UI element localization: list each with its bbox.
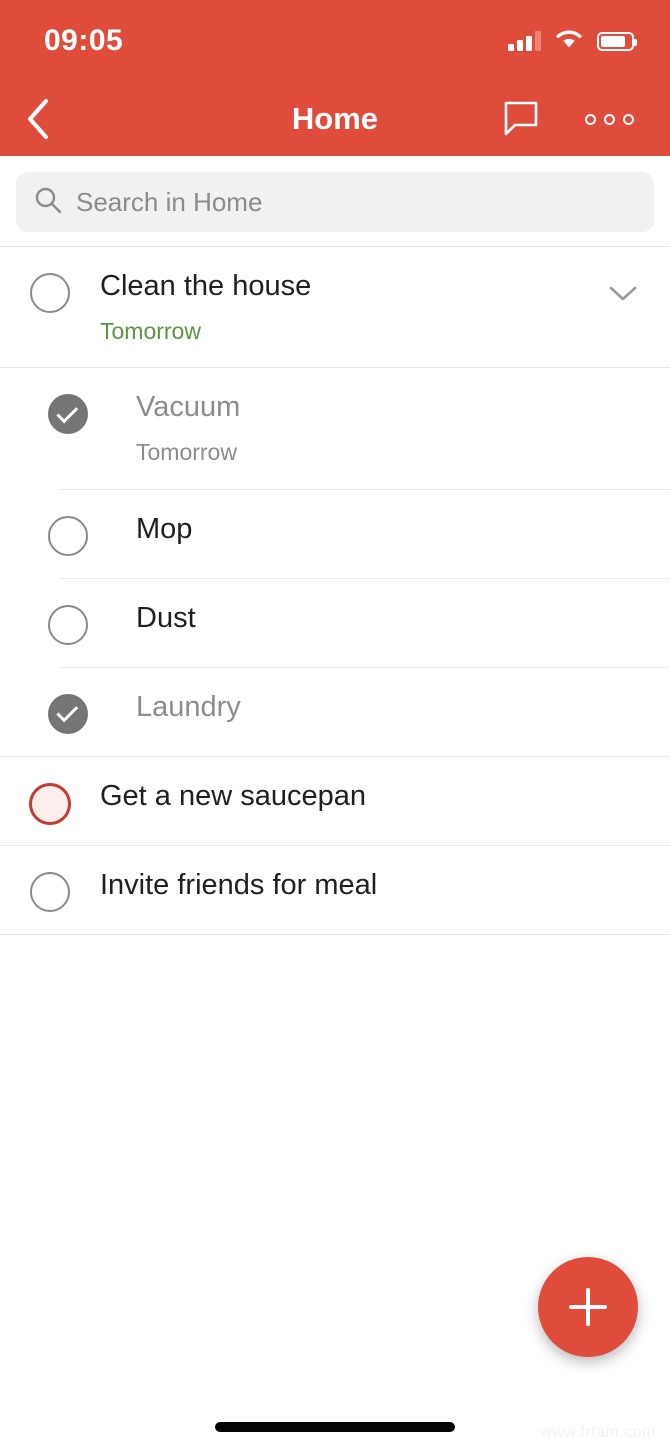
chevron-down-icon[interactable] xyxy=(606,277,640,311)
task-row-clean-the-house[interactable]: Clean the house Tomorrow xyxy=(0,247,670,368)
wifi-icon xyxy=(555,28,583,54)
task-row-invite-friends-for-meal[interactable]: Invite friends for meal xyxy=(0,845,670,934)
task-title: Laundry xyxy=(136,690,241,723)
status-bar: 09:05 xyxy=(0,0,670,82)
status-bar-icons xyxy=(508,28,637,54)
task-row-laundry[interactable]: Laundry xyxy=(0,667,670,756)
task-content: Invite friends for meal xyxy=(100,846,670,934)
task-title: Get a new saucepan xyxy=(100,779,367,812)
task-content: Clean the house Tomorrow xyxy=(100,247,670,367)
nav-bar-actions xyxy=(501,99,670,139)
task-checkbox-circle[interactable] xyxy=(48,394,88,435)
search-bar[interactable] xyxy=(16,172,654,232)
more-options-icon[interactable] xyxy=(585,113,634,125)
task-row-dust[interactable]: Dust xyxy=(0,578,670,667)
check-icon xyxy=(56,401,79,424)
task-row-get-a-new-saucepan[interactable]: Get a new saucepan xyxy=(0,756,670,845)
checkbox-cell xyxy=(0,368,136,435)
task-title: Mop xyxy=(136,512,193,545)
chevron-left-icon xyxy=(28,99,48,139)
checkbox-cell xyxy=(0,490,136,556)
back-button[interactable] xyxy=(8,89,68,149)
task-checkbox-circle[interactable] xyxy=(30,273,70,313)
task-row-vacuum[interactable]: Vacuum Tomorrow xyxy=(0,368,670,489)
checkbox-cell xyxy=(0,247,100,313)
checkbox-cell xyxy=(0,579,136,645)
task-content: Vacuum Tomorrow xyxy=(136,368,670,488)
task-checkbox-circle[interactable] xyxy=(48,604,88,645)
comment-bubble-icon[interactable] xyxy=(501,99,541,139)
home-indicator-area: www.frfam.com xyxy=(0,1380,670,1450)
plus-icon-cross xyxy=(569,1305,607,1309)
task-checkbox-circle[interactable] xyxy=(48,515,88,556)
task-title: Vacuum xyxy=(136,391,241,424)
task-content: Dust xyxy=(136,579,670,667)
search-icon xyxy=(34,186,62,219)
task-content: Get a new saucepan xyxy=(100,757,670,845)
search-section xyxy=(0,156,670,246)
app-screen: 09:05 Home Search in Home Clean the hous… xyxy=(0,0,670,1450)
task-title: Invite friends for meal xyxy=(100,868,378,901)
task-checkbox-circle[interactable] xyxy=(30,871,70,912)
battery-icon xyxy=(597,31,637,51)
add-task-button[interactable] xyxy=(538,1257,638,1357)
task-checkbox-circle-priority[interactable] xyxy=(29,782,71,825)
task-content: Mop xyxy=(136,490,670,578)
checkbox-cell xyxy=(0,846,100,912)
task-content: Laundry xyxy=(136,668,670,756)
nav-bar: Home xyxy=(0,82,670,156)
search-input[interactable] xyxy=(76,186,636,218)
task-checkbox-circle[interactable] xyxy=(48,693,88,734)
task-due-date: Tomorrow xyxy=(136,439,237,466)
task-due-date: Tomorrow xyxy=(100,317,201,344)
home-indicator[interactable] xyxy=(215,1422,455,1432)
watermark: www.frfam.com xyxy=(540,1424,656,1441)
check-icon xyxy=(56,700,79,723)
task-title: Clean the house xyxy=(100,270,312,302)
checkbox-cell xyxy=(0,757,100,825)
cellular-signal-icon xyxy=(508,31,541,51)
task-title: Dust xyxy=(136,601,196,634)
task-list: Clean the house Tomorrow Vacuum Tomorrow xyxy=(0,246,670,1158)
task-row-mop[interactable]: Mop xyxy=(0,489,670,578)
checkbox-cell xyxy=(0,668,136,734)
divider xyxy=(0,933,670,935)
status-bar-clock: 09:05 xyxy=(44,24,124,57)
